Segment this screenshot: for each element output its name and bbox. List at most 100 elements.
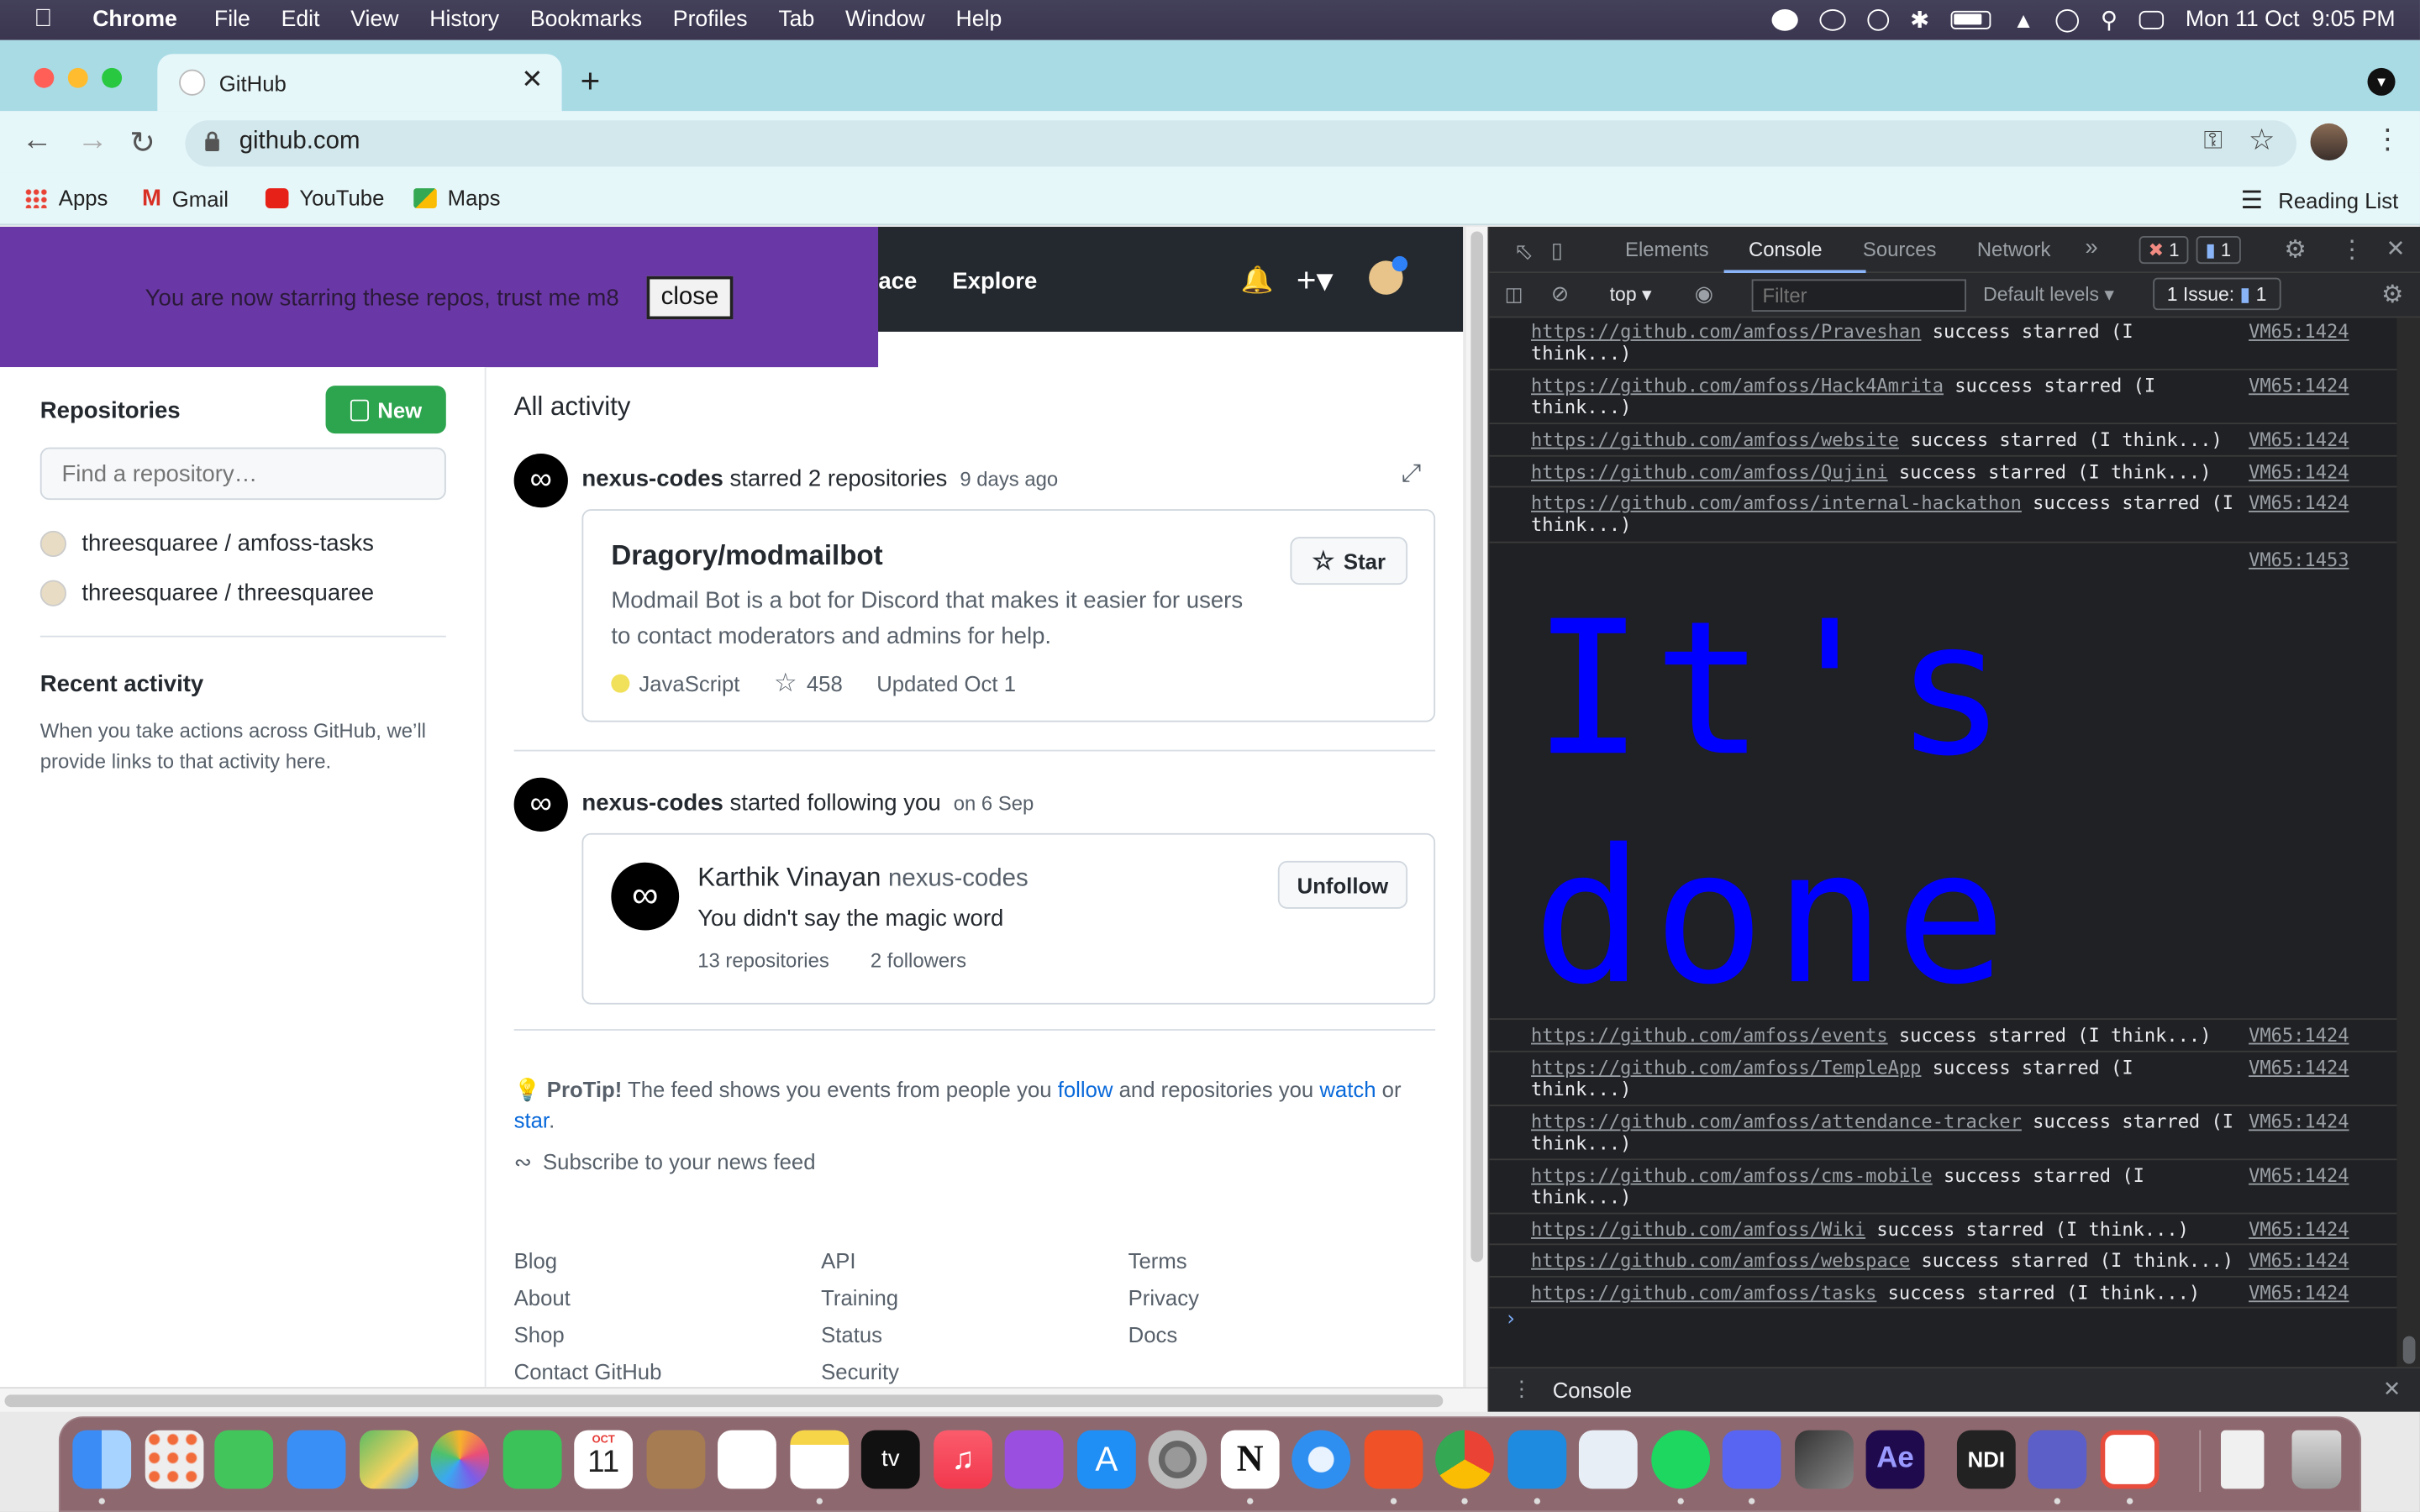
chrome-menu-icon[interactable]: ⋮ — [2374, 123, 2402, 156]
bookmark-gmail[interactable]: M Gmail — [142, 185, 229, 211]
context-selector[interactable]: top ▾ — [1610, 282, 1652, 306]
sidebar-repo-name[interactable]: threesquaree / amfoss-tasks — [82, 531, 374, 557]
footer-link-about[interactable]: About — [514, 1285, 571, 1310]
menu-window[interactable]: Window — [830, 8, 940, 32]
reminders-icon[interactable] — [718, 1430, 776, 1489]
protip-follow-link[interactable]: follow — [1058, 1077, 1113, 1101]
footer-link-privacy[interactable]: Privacy — [1128, 1285, 1199, 1310]
footer-link-api[interactable]: API — [821, 1248, 855, 1273]
nav-explore[interactable]: Explore — [952, 269, 1037, 295]
log-url-link[interactable]: https://github.com/amfoss/events — [1531, 1025, 1888, 1047]
menu-bookmarks[interactable]: Bookmarks — [514, 8, 657, 32]
footer-link-docs[interactable]: Docs — [1128, 1322, 1178, 1347]
control-center-icon[interactable] — [2139, 10, 2165, 29]
wps-office-icon[interactable] — [2100, 1430, 2160, 1489]
repo-card-name[interactable]: Dragory/modmailbot — [611, 540, 882, 573]
live-expression-eye-icon[interactable]: ◉ — [1695, 281, 1713, 307]
user-card-avatar[interactable]: ∞ — [611, 862, 680, 931]
inspect-element-icon[interactable]: ⬁ — [1514, 238, 1534, 265]
nexus-codes-avatar[interactable]: ∞ — [513, 453, 568, 508]
status-circle-icon[interactable] — [1770, 9, 1798, 31]
message-count-badge[interactable]: ▮ 1 — [2196, 236, 2241, 265]
log-source-link[interactable]: VM65:1424 — [2249, 375, 2349, 396]
address-bar-url[interactable]: github.com — [239, 128, 360, 155]
star-repo-button[interactable]: ☆ Star — [1290, 537, 1408, 585]
scrollbar-thumb[interactable] — [1470, 231, 1484, 1263]
unfollow-button[interactable]: Unfollow — [1277, 860, 1408, 909]
log-url-link[interactable]: https://github.com/amfoss/Hack4Amrita — [1531, 375, 1944, 396]
repo-stars-count[interactable]: 458 — [807, 671, 843, 696]
apple-menu-icon[interactable]:  — [0, 6, 77, 34]
log-source-link[interactable]: VM65:1424 — [2249, 321, 2349, 343]
log-url-link[interactable]: https://github.com/amfoss/cms-mobile — [1531, 1165, 1933, 1187]
log-source-link[interactable]: VM65:1424 — [2249, 1250, 2349, 1272]
devtools-tab-network[interactable]: Network — [1977, 238, 2051, 261]
log-url-link[interactable]: https://github.com/amfoss/tasks — [1531, 1282, 1876, 1304]
page-horizontal-scrollbar[interactable] — [0, 1387, 1488, 1412]
subscribe-feed-link[interactable]: ∾ Subscribe to your news feed — [514, 1149, 816, 1175]
profile-avatar[interactable] — [2310, 123, 2348, 161]
user-card-followers[interactable]: 2 followers — [871, 949, 966, 973]
reading-list[interactable]: ☰ Reading List — [2241, 185, 2399, 216]
log-source-link[interactable]: VM65:1424 — [2249, 1219, 2349, 1241]
sidebar-repo-name[interactable]: threesquaree / threesquaree — [82, 580, 374, 606]
log-source-link[interactable]: VM65:1424 — [2249, 1282, 2349, 1304]
protip-star-link[interactable]: star — [514, 1108, 549, 1132]
log-url-link[interactable]: https://github.com/amfoss/internal-hacka… — [1531, 492, 2022, 514]
contacts-icon[interactable] — [646, 1430, 706, 1489]
footer-link-security[interactable]: Security — [821, 1359, 899, 1383]
spotlight-search-icon[interactable]: ⚲ — [2101, 6, 2118, 34]
window-minimize-button[interactable] — [67, 67, 88, 88]
footer-link-blog[interactable]: Blog — [514, 1248, 557, 1273]
podcasts-icon[interactable] — [1004, 1430, 1064, 1489]
drawer-close-icon[interactable]: ✕ — [2383, 1376, 2402, 1402]
user-card-name[interactable]: Karthik Vinayan — [697, 863, 881, 892]
bookmark-star-icon[interactable]: ☆ — [2249, 123, 2275, 159]
log-source-link[interactable]: VM65:1424 — [2249, 461, 2349, 483]
tab-github[interactable]: GitHub ✕ — [157, 54, 562, 112]
sidebar-repo-item[interactable]: threesquaree / amfoss-tasks — [39, 530, 374, 558]
safari-icon[interactable] — [1292, 1430, 1351, 1489]
scrollbar-thumb[interactable] — [2402, 1336, 2416, 1364]
log-source-link[interactable]: VM65:1424 — [2249, 492, 2349, 514]
address-bar[interactable]: github.com ⚿ ☆ — [185, 120, 2297, 167]
bookmark-apps[interactable]: Apps — [24, 185, 108, 210]
facetime-icon[interactable] — [502, 1430, 562, 1489]
footer-link-training[interactable]: Training — [821, 1285, 898, 1310]
log-levels-dropdown[interactable]: Default levels ▾ — [1983, 282, 2114, 306]
menu-view[interactable]: View — [335, 8, 414, 32]
launchpad-icon[interactable] — [145, 1430, 204, 1489]
log-source-link[interactable]: VM65:1424 — [2249, 1110, 2349, 1132]
nav-marketplace-partial[interactable]: lace — [872, 269, 918, 295]
messages-icon[interactable] — [214, 1430, 274, 1489]
console-filter-input[interactable] — [1751, 279, 1966, 312]
sidebar-toggle-icon[interactable]: ◫ — [1505, 282, 1523, 306]
footer-link-status[interactable]: Status — [821, 1322, 882, 1347]
final-cut-icon[interactable] — [1795, 1430, 1854, 1489]
apple-tv-icon[interactable]: tv — [860, 1430, 920, 1489]
user-card-repos[interactable]: 13 repositories — [697, 949, 829, 973]
device-toolbar-icon[interactable]: ▯ — [1551, 238, 1563, 264]
menu-file[interactable]: File — [199, 8, 266, 32]
console-scrollbar[interactable] — [2396, 318, 2420, 1368]
menu-help[interactable]: Help — [940, 8, 1018, 32]
menu-tab[interactable]: Tab — [763, 8, 830, 32]
app-store-icon[interactable]: A — [1077, 1430, 1136, 1489]
bookmark-maps[interactable]: Maps — [413, 185, 501, 210]
discord-icon[interactable] — [1722, 1430, 1781, 1489]
drawer-tab-console[interactable]: Console — [1553, 1378, 1632, 1402]
menu-app-name[interactable]: Chrome — [77, 8, 199, 32]
devtools-tab-console[interactable]: Console — [1749, 238, 1823, 261]
password-key-icon[interactable]: ⚿ — [2203, 128, 2222, 155]
devtools-settings-icon[interactable]: ⚙ — [2284, 234, 2306, 265]
page-vertical-scrollbar[interactable] — [1465, 226, 1488, 1388]
log-url-link[interactable]: https://github.com/amfoss/attendance-tra… — [1531, 1110, 2022, 1132]
console-prompt[interactable]: › — [1505, 1309, 1517, 1332]
footer-link-contact[interactable]: Contact GitHub — [514, 1359, 662, 1383]
new-tab-button[interactable]: + — [581, 61, 601, 102]
banner-close-button[interactable]: close — [646, 276, 734, 320]
trash-icon[interactable] — [2291, 1430, 2342, 1489]
nexus-codes-avatar[interactable]: ∞ — [513, 777, 568, 832]
menu-profiles[interactable]: Profiles — [657, 8, 763, 32]
issues-button[interactable]: 1 Issue: ▮ 1 — [2153, 277, 2281, 311]
